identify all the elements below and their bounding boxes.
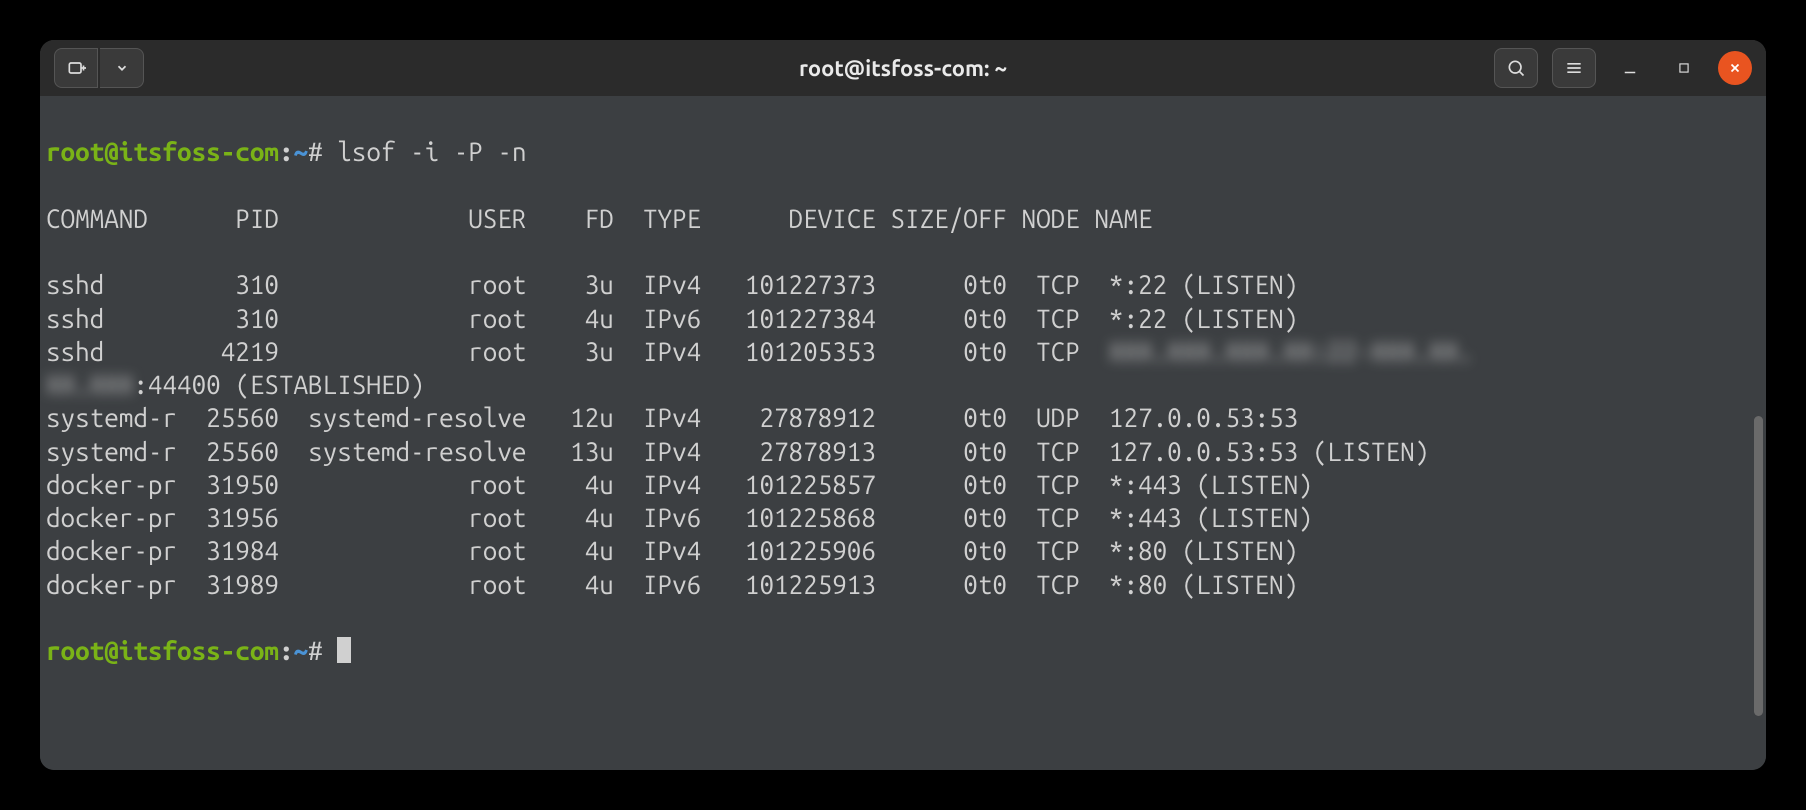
prompt-user-host: root@itsfoss-com [46,137,279,166]
output-row: XX.XXX:44400 (ESTABLISHED) [46,368,1760,401]
titlebar: root@itsfoss-com: ~ [40,40,1766,96]
tab-dropdown-button[interactable] [100,48,144,88]
command-text: lsof -i -P -n [337,137,526,166]
output-row: sshd 310 root 4u IPv6 101227384 0t0 TCP … [46,302,1760,335]
output-row: systemd-r 25560 systemd-resolve 12u IPv4… [46,401,1760,434]
output-row: systemd-r 25560 systemd-resolve 13u IPv4… [46,435,1760,468]
terminal-body[interactable]: root@itsfoss-com:~# lsof -i -P -n COMMAN… [40,96,1766,770]
titlebar-right-group [1494,48,1752,88]
menu-button[interactable] [1552,48,1596,88]
terminal-window: root@itsfoss-com: ~ root@itsfoss-com:~# … [40,40,1766,770]
output-header: COMMAND PID USER FD TYPE DEVICE SIZE/OFF… [46,202,1760,235]
output-row: docker-pr 31989 root 4u IPv6 101225913 0… [46,568,1760,601]
prompt-line: root@itsfoss-com:~# lsof -i -P -n [46,135,1760,168]
maximize-button[interactable] [1664,48,1704,88]
titlebar-left-group [54,48,144,88]
search-button[interactable] [1494,48,1538,88]
output-row: docker-pr 31956 root 4u IPv6 101225868 0… [46,501,1760,534]
output-row: docker-pr 31984 root 4u IPv4 101225906 0… [46,534,1760,567]
cursor [337,637,351,663]
minimize-button[interactable] [1610,48,1650,88]
prompt-path: ~ [294,137,309,166]
output-row: sshd 310 root 3u IPv4 101227373 0t0 TCP … [46,268,1760,301]
prompt-symbol: # [308,137,323,166]
scrollbar-thumb[interactable] [1754,416,1763,716]
window-title: root@itsfoss-com: ~ [799,56,1007,81]
output-row: docker-pr 31950 root 4u IPv4 101225857 0… [46,468,1760,501]
close-button[interactable] [1718,51,1752,85]
new-tab-button[interactable] [54,48,98,88]
prompt-line-2: root@itsfoss-com:~# [46,634,1760,667]
output-row: sshd 4219 root 3u IPv4 101205353 0t0 TCP… [46,335,1760,368]
